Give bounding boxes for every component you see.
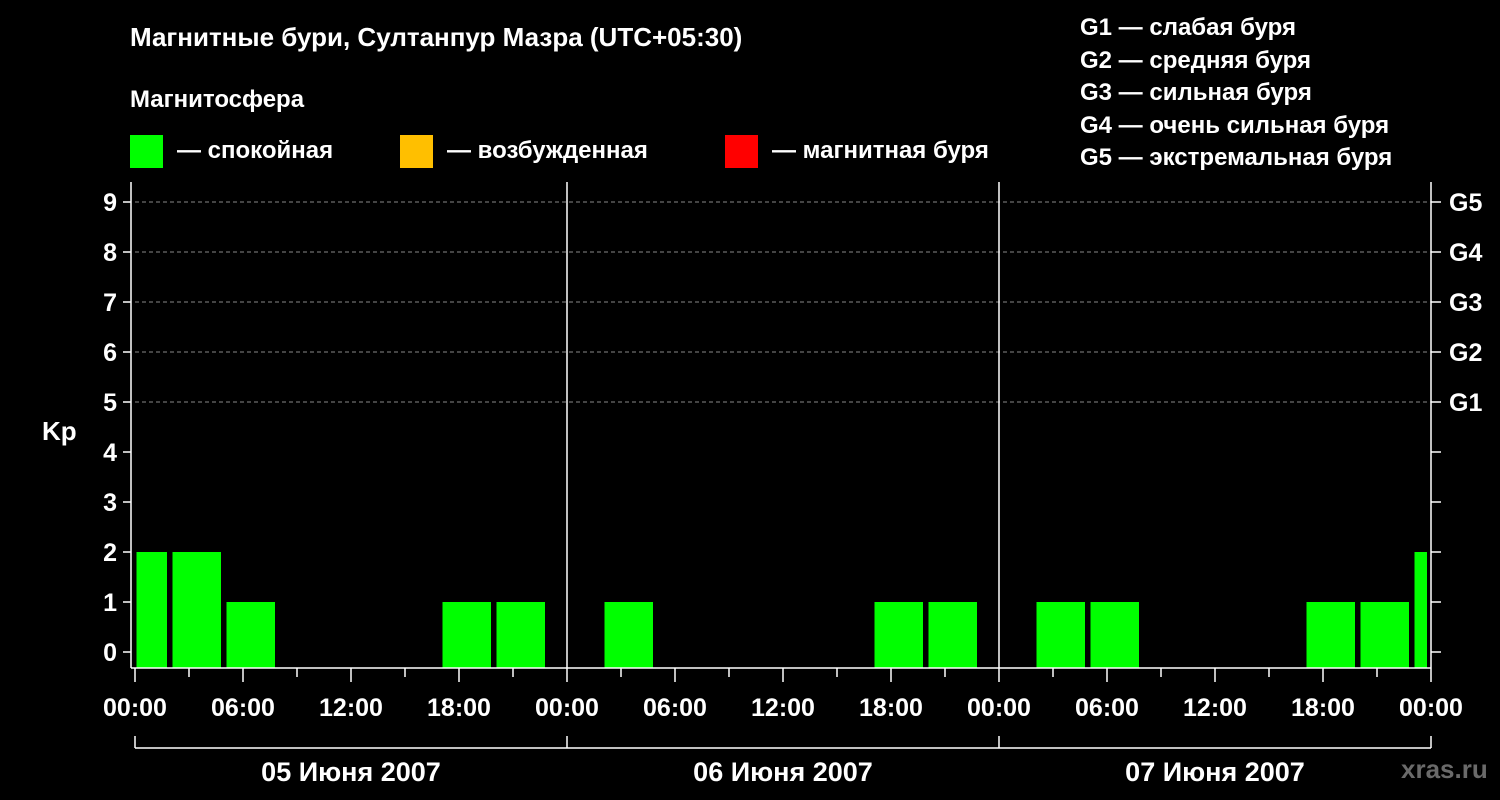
y-tick-label: 2 [103,539,117,567]
day-label: 07 Июня 2007 [1125,757,1305,787]
x-tick-label: 06:00 [643,694,707,722]
y-tick-label: 4 [103,439,117,467]
x-tick-label: 18:00 [859,694,923,722]
y-tick-label: 8 [103,239,117,267]
kp-bar [928,602,977,668]
y-tick-label: 0 [103,639,117,667]
kp-bar [226,602,275,668]
kp-bar [1360,602,1409,668]
y-axis-title: Kp [42,416,77,446]
kp-bar [172,552,221,668]
y-tick-label: 5 [103,389,117,417]
day-label: 06 Июня 2007 [693,757,873,787]
x-tick-label: 00:00 [1399,694,1463,722]
y-tick-label: 1 [103,589,117,617]
x-tick-label: 12:00 [1183,694,1247,722]
y-tick-label: 7 [103,289,117,317]
x-tick-label: 00:00 [103,694,167,722]
x-tick-label: 12:00 [319,694,383,722]
y-tick-label: 3 [103,489,117,517]
x-tick-label: 12:00 [751,694,815,722]
g-level-label: G5 [1449,189,1482,217]
kp-bar [136,552,167,668]
y-tick-label: 6 [103,339,117,367]
kp-bar [1414,552,1427,668]
kp-bar [442,602,491,668]
g-level-label: G3 [1449,289,1482,317]
x-tick-label: 06:00 [211,694,275,722]
x-tick-label: 06:00 [1075,694,1139,722]
y-tick-label: 9 [103,189,117,217]
watermark: xras.ru [1401,754,1488,784]
kp-bar [874,602,923,668]
x-tick-label: 00:00 [967,694,1031,722]
kp-bar-chart: 0 1 2 3 4 5 6 7 8 9 G1 G2 G3 G4 G5 Kp 00:00 06:00 12:00 18:… [42,182,1482,787]
kp-bar [1036,602,1085,668]
x-tick-label: 18:00 [427,694,491,722]
x-tick-label: 18:00 [1291,694,1355,722]
x-tick-label: 00:00 [535,694,599,722]
kp-bar [604,602,653,668]
kp-bar [1090,602,1139,668]
kp-bar [496,602,545,668]
g-level-label: G2 [1449,339,1482,367]
g-level-label: G4 [1449,239,1482,267]
g-level-label: G1 [1449,389,1482,417]
day-label: 05 Июня 2007 [261,757,441,787]
kp-bar [1306,602,1355,668]
